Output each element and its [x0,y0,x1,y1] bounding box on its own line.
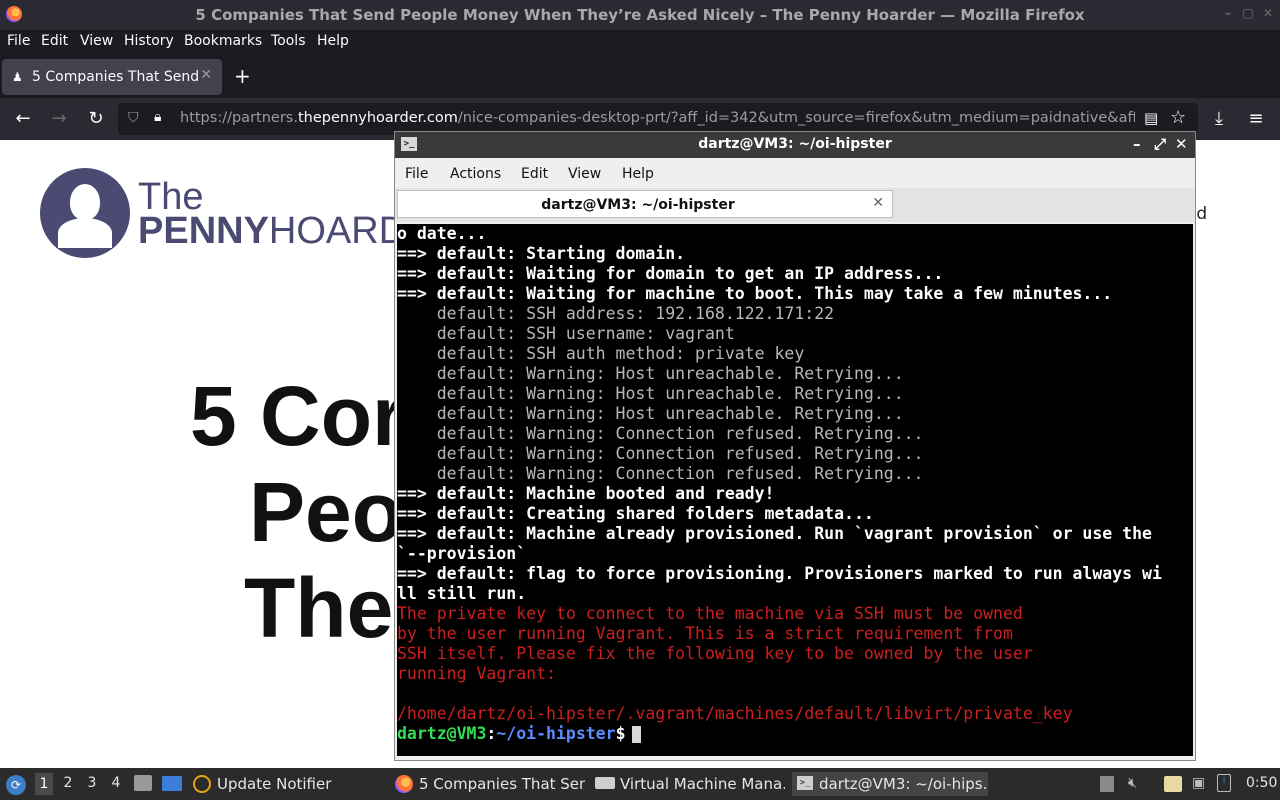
terminal-menu-edit[interactable]: Edit [521,166,548,182]
terminal-line: ll still run. [397,584,527,603]
workspace-3[interactable]: 3 [83,775,101,791]
terminal-line: ==> default: Waiting for domain to get a… [397,264,944,283]
terminal-line: default: SSH address: 192.168.122.171:22 [397,304,835,323]
terminal-icon: >_ [797,776,813,790]
terminal-line: default: SSH auth method: private key [397,344,805,363]
window-title: 5 Companies That Send People Money When … [195,6,1085,24]
terminal-minimize-icon[interactable]: – [1133,135,1141,153]
text-cursor [631,726,641,743]
terminal-menu-actions[interactable]: Actions [450,166,501,182]
terminal-line: default: Warning: Host unreachable. Retr… [397,404,904,423]
terminal-tabbar: dartz@VM3: ~/oi-hipster ✕ [395,188,1195,222]
maximize-icon[interactable]: □ [1242,7,1254,19]
terminal-output[interactable]: o date... ==> default: Starting domain. ==… [397,224,1193,756]
url-text[interactable]: https://partners.thepennyhoarder.com/nic… [180,110,1135,126]
display-icon[interactable]: ▣ [1192,775,1205,791]
new-tab-icon[interactable]: + [234,64,251,88]
notes-icon[interactable] [1164,776,1182,792]
hamburger-menu-icon[interactable]: ≡ [1243,106,1269,132]
firefox-icon [395,775,413,793]
terminal-line: default: Warning: Connection refused. Re… [397,464,924,483]
headline-line-3: The [244,561,394,655]
bookmark-star-icon[interactable]: ☆ [1170,107,1186,128]
terminal-window[interactable]: >_ dartz@VM3: ~/oi-hipster – ⤢ ✕ File Ac… [394,131,1196,761]
terminal-line: ==> default: Starting domain. [397,244,686,263]
tab-title: 5 Companies That Send People Money When … [32,69,202,85]
terminal-line: running Vagrant: [397,664,556,683]
firefox-titlebar: 5 Companies That Send People Money When … [0,0,1280,30]
penny-hoarder-logo-icon[interactable] [40,168,130,258]
reader-view-icon[interactable]: ▤ [1144,109,1158,127]
show-desktop-icon[interactable] [162,776,182,791]
terminal-line: default: Warning: Connection refused. Re… [397,424,924,443]
taskbar: ⟳ 1 2 3 4 Update Notifier 5 Companies Th… [0,768,1280,800]
back-icon[interactable]: ← [10,106,36,132]
terminal-titlebar[interactable]: >_ dartz@VM3: ~/oi-hipster – ⤢ ✕ [395,132,1195,158]
taskbar-item-firefox[interactable]: 5 Companies That Sen... [395,772,585,796]
terminal-line: by the user running Vagrant. This is a s… [397,624,1013,643]
tab-close-icon[interactable]: ✕ [200,67,212,83]
terminal-line: o date... [397,224,487,243]
logo-text-penny-hoarder: PENNYHOARD [138,210,407,252]
workspace-2[interactable]: 2 [59,775,77,791]
browser-tab[interactable]: ♟ 5 Companies That Send People Money Whe… [2,59,222,95]
terminal-line: `--provision` [397,544,527,563]
taskbar-item-virt-manager[interactable]: Virtual Machine Mana... [595,772,785,796]
terminal-menu-help[interactable]: Help [622,166,654,182]
notification-icon[interactable]: i [1217,774,1231,792]
penny-hoarder-favicon-icon: ♟ [12,70,23,84]
terminal-line: The private key to connect to the machin… [397,604,1023,623]
workspace-4[interactable]: 4 [107,775,125,791]
terminal-line: ==> default: Machine booted and ready! [397,484,775,503]
terminal-window-title: dartz@VM3: ~/oi-hipster [698,136,892,152]
tracking-protection-shield-icon[interactable]: ⛉ [128,110,139,126]
lock-icon[interactable]: 🔒︎ [154,109,161,125]
menu-help[interactable]: Help [317,33,349,49]
update-notifier-icon [193,775,211,793]
clock: 0:50 [1246,775,1278,791]
firefox-menubar: File Edit View History Bookmarks Tools H… [0,30,1280,56]
terminal-line: ==> default: Waiting for machine to boot… [397,284,1113,303]
terminal-menubar: File Actions Edit View Help [395,158,1195,188]
terminal-line: ==> default: flag to force provisioning.… [397,564,1162,583]
taskbar-item-terminal[interactable]: >_ dartz@VM3: ~/oi-hips... [792,772,988,796]
start-menu-icon[interactable]: ⟳ [6,775,26,795]
tab-strip: ♟ 5 Companies That Send People Money Whe… [0,56,1280,98]
terminal-menu-file[interactable]: File [405,166,428,182]
virt-manager-icon [595,777,615,789]
headline-line-2: Peo [249,465,404,559]
terminal-close-icon[interactable]: ✕ [1175,135,1188,153]
menu-view[interactable]: View [80,33,113,49]
terminal-line: default: Warning: Host unreachable. Retr… [397,364,904,383]
terminal-line: /home/dartz/oi-hipster/.vagrant/machines… [397,704,1073,723]
shell-prompt[interactable]: dartz@VM3:~/oi-hipster$ [397,724,641,744]
terminal-menu-view[interactable]: View [568,166,601,182]
terminal-tab-title: dartz@VM3: ~/oi-hipster [541,197,735,213]
menu-history[interactable]: History [124,33,174,49]
terminal-line: default: Warning: Host unreachable. Retr… [397,384,904,403]
taskbar-item-update-notifier[interactable]: Update Notifier [193,772,383,796]
menu-tools[interactable]: Tools [271,33,306,49]
close-icon[interactable]: ✕ [1262,7,1274,19]
volume-muted-icon[interactable]: 🔇︎ [1128,775,1137,791]
forward-icon[interactable]: → [46,106,72,132]
minimize-icon[interactable]: – [1222,7,1234,19]
workspace-1[interactable]: 1 [35,773,53,795]
terminal-maximize-icon[interactable]: ⤢ [1154,135,1166,153]
reload-icon[interactable]: ↻ [83,106,109,132]
menu-bookmarks[interactable]: Bookmarks [184,33,262,49]
clipboard-icon[interactable] [1100,776,1114,792]
terminal-tab-close-icon[interactable]: ✕ [872,195,884,211]
terminal-line: ==> default: Creating shared folders met… [397,504,874,523]
menu-edit[interactable]: Edit [41,33,68,49]
terminal-line: default: SSH username: vagrant [397,324,735,343]
terminal-line: default: Warning: Connection refused. Re… [397,444,924,463]
menu-file[interactable]: File [7,33,30,49]
downloads-icon[interactable]: ⤓ [1206,106,1232,132]
terminal-line: SSH itself. Please fix the following key… [397,644,1033,663]
terminal-line: ==> default: Machine already provisioned… [397,524,1152,543]
headline-line-1: 5 Cor [190,369,405,463]
file-manager-icon[interactable] [134,775,152,791]
terminal-tab[interactable]: dartz@VM3: ~/oi-hipster ✕ [397,190,893,218]
